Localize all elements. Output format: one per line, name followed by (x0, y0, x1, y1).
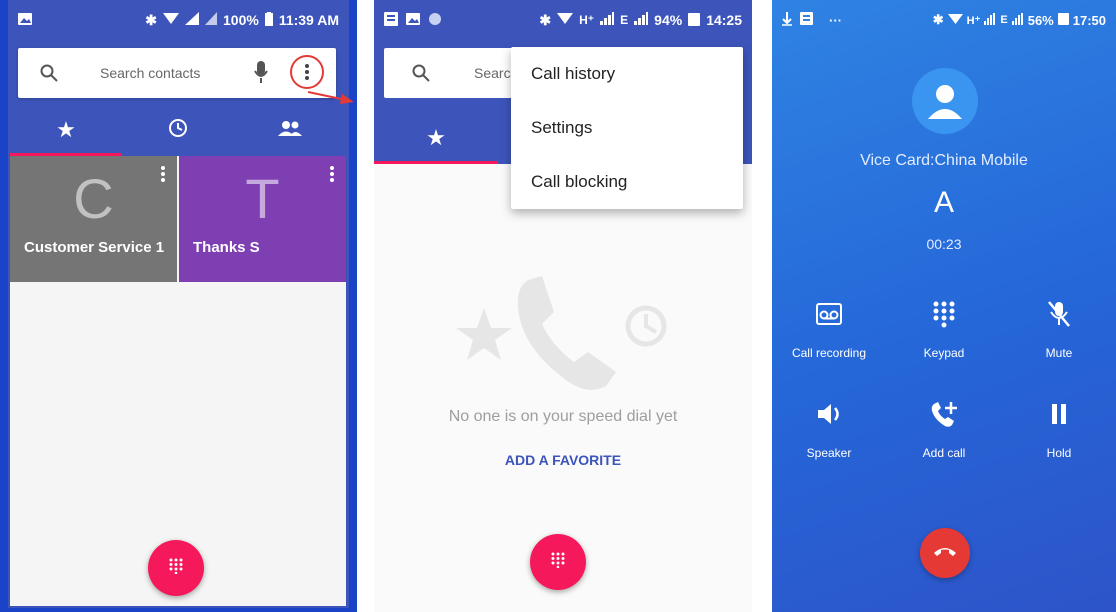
dialpad-icon (169, 558, 183, 579)
empty-state-message: No one is on your speed dial yet (448, 408, 678, 425)
hang-up-icon (933, 544, 957, 562)
phone-screen-in-call: ··· ✱ H⁺ E 56% 17:50 Vice Card:China Mob… (772, 0, 1116, 612)
signal-icon (984, 12, 996, 28)
menu-item-call-history[interactable]: Call history (511, 47, 743, 101)
signal-icon-2 (634, 12, 649, 28)
contact-initial: T (245, 167, 280, 230)
notes-notification-icon (800, 12, 813, 28)
tab-favorites[interactable]: ★ (374, 112, 498, 164)
download-icon (782, 11, 792, 29)
network-type-2: E (620, 13, 629, 27)
wifi-icon (947, 13, 963, 28)
signal-icon (600, 12, 615, 28)
battery-percent: 100% (223, 12, 259, 28)
contact-name: Customer Service 1 (24, 239, 165, 256)
bluetooth-icon: ✱ (932, 12, 944, 27)
speed-dial-empty-illustration-icon (456, 268, 676, 403)
tab-bar: ★ (10, 104, 346, 156)
status-bar: ✱ 100% 11:39 AM (8, 0, 349, 40)
bluetooth-icon: ✱ (145, 11, 157, 28)
more-notifications: ··· (829, 12, 842, 28)
end-call-button[interactable] (920, 528, 970, 578)
action-label: Keypad (923, 346, 965, 360)
battery-icon (1057, 12, 1069, 28)
search-icon (412, 64, 430, 87)
clock: 17:50 (1072, 12, 1106, 28)
action-label: Speaker (806, 446, 852, 460)
caller-name: A (933, 186, 954, 219)
tab-contacts[interactable] (234, 104, 346, 156)
search-input[interactable]: Searc (474, 65, 511, 81)
contact-tile[interactable]: T Thanks S (179, 156, 346, 282)
battery-icon (264, 11, 273, 29)
keypad-button[interactable]: Keypad (889, 296, 999, 360)
battery-percent: 94% (654, 12, 683, 28)
call-recording-button[interactable]: Call recording (774, 296, 884, 360)
more-options-icon[interactable] (290, 55, 324, 89)
network-type: H⁺ (579, 13, 595, 27)
star-icon: ★ (56, 117, 76, 142)
avatar (912, 68, 978, 134)
network-type: H⁺ (966, 14, 981, 27)
clock: 11:39 AM (278, 12, 339, 28)
wifi-icon (163, 12, 179, 28)
add-favorite-button[interactable]: ADD A FAVORITE (374, 452, 752, 468)
circle-notification-icon (428, 12, 442, 29)
add-call-button[interactable]: Add call (889, 396, 999, 460)
speaker-icon (816, 402, 842, 431)
battery-icon (688, 12, 701, 29)
status-bar: ··· ✱ H⁺ E 56% 17:50 (772, 0, 1116, 40)
favorites-list: C Customer Service 1 T Thanks S (10, 156, 346, 606)
signal-icon-2 (1011, 12, 1024, 28)
network-type-2: E (1000, 14, 1008, 26)
tab-indicator (374, 161, 498, 164)
phone-screen-menu: ✱ H⁺ E 94% 14:25 Searc ★ Call history Se… (374, 0, 752, 612)
contact-tile[interactable]: C Customer Service 1 (10, 156, 177, 282)
search-input[interactable]: Search contacts (100, 65, 200, 81)
dialpad-button[interactable] (148, 540, 204, 596)
status-bar: ✱ H⁺ E 94% 14:25 (374, 0, 752, 40)
battery-percent: 56% (1027, 12, 1054, 28)
microphone-icon[interactable] (254, 61, 268, 90)
clock: 14:25 (706, 12, 742, 28)
pause-icon (1049, 403, 1069, 430)
menu-item-settings[interactable]: Settings (511, 101, 743, 155)
add-call-icon (930, 400, 958, 433)
phone-screen-contacts: ✱ 100% 11:39 AM Search contacts ★ C Cust… (0, 0, 357, 612)
wifi-icon (557, 12, 574, 28)
signal-icon (185, 12, 199, 28)
mic-off-icon (1047, 300, 1071, 333)
overflow-menu: Call history Settings Call blocking (511, 47, 743, 209)
dialpad-button[interactable] (530, 534, 586, 590)
gallery-notification-icon (406, 12, 420, 28)
notes-notification-icon (384, 11, 398, 29)
action-label: Mute (1045, 346, 1073, 360)
clock-icon (168, 118, 188, 143)
star-icon: ★ (426, 125, 446, 150)
people-icon (278, 120, 302, 141)
contact-initial: C (73, 167, 114, 230)
menu-item-call-blocking[interactable]: Call blocking (511, 155, 743, 209)
speaker-button[interactable]: Speaker (774, 396, 884, 460)
more-options-icon[interactable] (161, 166, 165, 187)
carrier-label: Vice Card:China Mobile (860, 152, 1028, 169)
action-label: Call recording (791, 346, 867, 360)
search-icon (40, 64, 58, 87)
dialpad-icon (551, 552, 565, 573)
call-duration: 00:23 (926, 236, 962, 252)
action-label: Add call (922, 446, 966, 460)
bluetooth-icon: ✱ (539, 11, 552, 28)
tab-recents[interactable] (122, 104, 234, 156)
action-label: Hold (1046, 446, 1072, 460)
tab-favorites[interactable]: ★ (10, 104, 122, 156)
hold-button[interactable]: Hold (1004, 396, 1114, 460)
search-bar[interactable]: Search contacts (18, 48, 336, 98)
more-options-icon[interactable] (330, 166, 334, 187)
gallery-notification-icon (18, 12, 32, 28)
voicemail-icon (816, 302, 842, 330)
mute-button[interactable]: Mute (1004, 296, 1114, 360)
signal-icon-2 (205, 12, 217, 28)
dialpad-icon (932, 300, 956, 333)
contact-name: Thanks S (193, 239, 260, 256)
